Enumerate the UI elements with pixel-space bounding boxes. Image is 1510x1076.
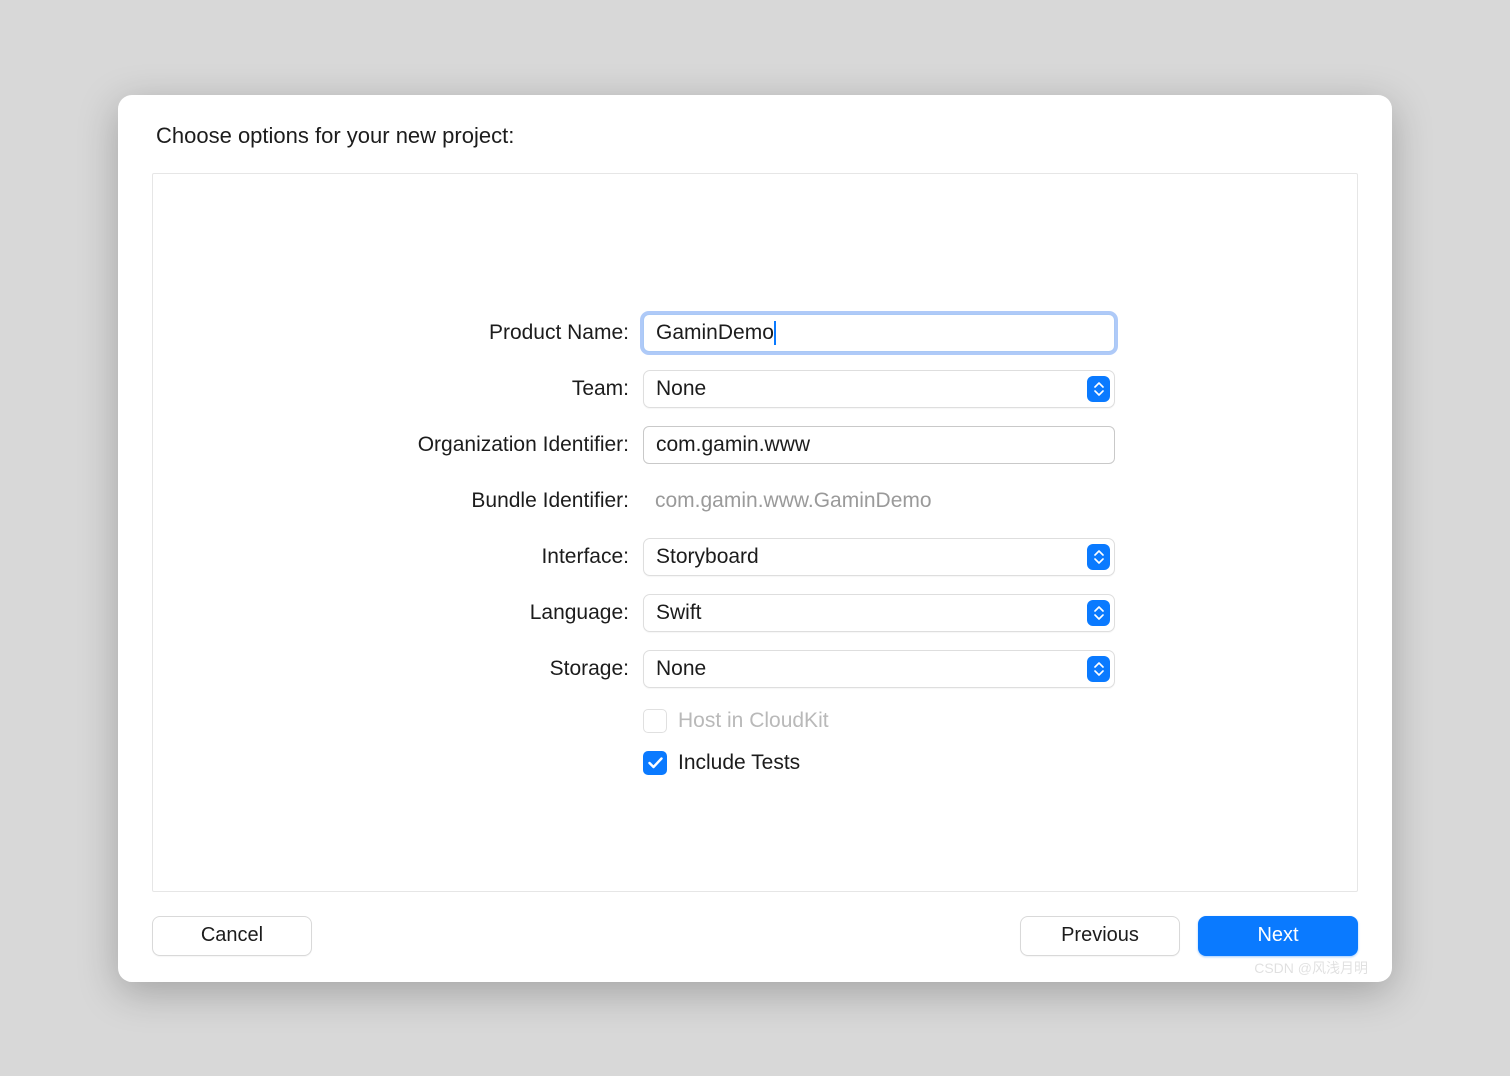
- include-tests-checkbox[interactable]: [643, 751, 667, 775]
- team-select[interactable]: None: [643, 370, 1115, 408]
- org-identifier-input[interactable]: [643, 426, 1115, 464]
- language-select[interactable]: Swift: [643, 594, 1115, 632]
- bundle-identifier-row: Bundle Identifier: com.gamin.www.GaminDe…: [193, 482, 1317, 520]
- storage-label: Storage:: [193, 657, 643, 681]
- language-row: Language: Swift: [193, 594, 1317, 632]
- team-row: Team: None: [193, 370, 1317, 408]
- product-name-row: Product Name: GaminDemo: [193, 314, 1317, 352]
- org-identifier-label: Organization Identifier:: [193, 433, 643, 457]
- cancel-button[interactable]: Cancel: [152, 916, 312, 956]
- form-panel: Product Name: GaminDemo Team: None: [152, 173, 1358, 892]
- org-identifier-row: Organization Identifier:: [193, 426, 1317, 464]
- interface-label: Interface:: [193, 545, 643, 569]
- team-label: Team:: [193, 377, 643, 401]
- host-cloudkit-label: Host in CloudKit: [678, 709, 829, 733]
- host-cloudkit-checkbox: [643, 709, 667, 733]
- chevron-up-down-icon: [1087, 544, 1110, 570]
- next-button[interactable]: Next: [1198, 916, 1358, 956]
- product-name-label: Product Name:: [193, 321, 643, 345]
- watermark: CSDN @风浅月明: [1254, 958, 1368, 978]
- chevron-up-down-icon: [1087, 600, 1110, 626]
- dialog-title: Choose options for your new project:: [152, 123, 1358, 149]
- check-icon: [648, 757, 663, 769]
- storage-row: Storage: None: [193, 650, 1317, 688]
- storage-select[interactable]: None: [643, 650, 1115, 688]
- team-select-value: None: [656, 377, 706, 401]
- language-label: Language:: [193, 601, 643, 625]
- include-tests-label: Include Tests: [678, 751, 800, 775]
- previous-button[interactable]: Previous: [1020, 916, 1180, 956]
- bundle-identifier-label: Bundle Identifier:: [193, 489, 643, 513]
- host-cloudkit-row: Host in CloudKit: [193, 706, 1317, 748]
- new-project-options-dialog: Choose options for your new project: Pro…: [118, 95, 1392, 982]
- bundle-identifier-value: com.gamin.www.GaminDemo: [643, 482, 1115, 520]
- product-name-input[interactable]: GaminDemo: [643, 314, 1115, 352]
- interface-row: Interface: Storyboard: [193, 538, 1317, 576]
- interface-select-value: Storyboard: [656, 545, 759, 569]
- language-select-value: Swift: [656, 601, 702, 625]
- chevron-up-down-icon: [1087, 656, 1110, 682]
- interface-select[interactable]: Storyboard: [643, 538, 1115, 576]
- storage-select-value: None: [656, 657, 706, 681]
- button-bar: Cancel Previous Next: [152, 916, 1358, 956]
- chevron-up-down-icon: [1087, 376, 1110, 402]
- include-tests-row: Include Tests: [193, 748, 1317, 790]
